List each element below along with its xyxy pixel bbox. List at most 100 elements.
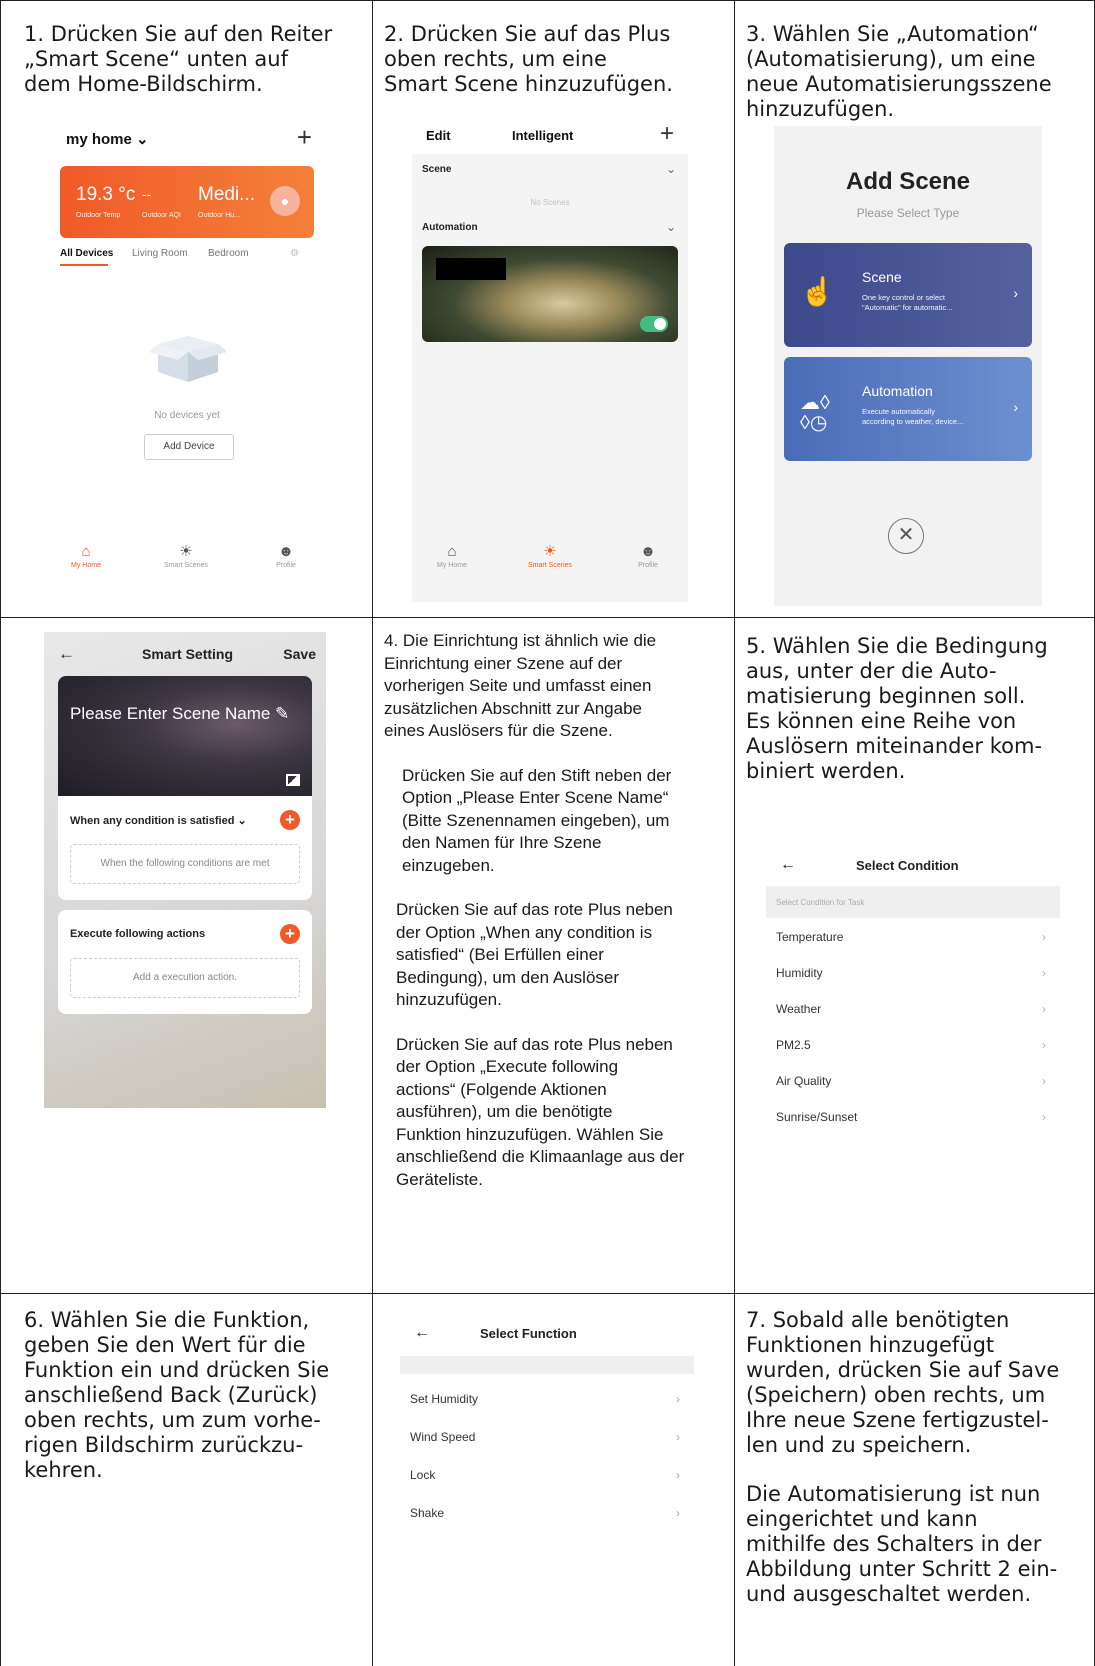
scene-type-card[interactable]: ☝ Scene One key control or select "Autom… (784, 243, 1032, 347)
nav-smart-scenes[interactable]: ☀ Smart Scenes (510, 542, 590, 569)
sun-icon: ☀ (543, 543, 557, 560)
save-button[interactable]: Save (283, 646, 316, 662)
step-1-paragraph: 1. Drücken Sie auf den Reiter „Smart Sce… (24, 22, 333, 96)
automation-toggle[interactable] (640, 316, 668, 332)
chevron-right-icon: › (1042, 966, 1046, 980)
tab-bedroom[interactable]: Bedroom (208, 248, 249, 259)
home-icon: ⌂ (81, 543, 91, 560)
chevron-right-icon: › (676, 1468, 680, 1482)
add-icon[interactable]: + (297, 122, 312, 153)
image-icon[interactable] (286, 774, 300, 786)
action-placeholder[interactable]: Add a execution action. (70, 958, 300, 998)
profile-icon: ☻ (278, 543, 294, 560)
add-condition-icon[interactable]: + (280, 810, 300, 830)
condition-card: When any condition is satisfied ⌄ + When… (58, 796, 312, 900)
step-4-paragraph-4: Drücken Sie auf das rote Plus neben der … (396, 1034, 685, 1189)
nav-my-home[interactable]: ⌂ My Home (412, 542, 492, 569)
step-6-paragraph: 6. Wählen Sie die Funktion, geben Sie de… (24, 1308, 330, 1482)
back-arrow-icon[interactable]: ← (58, 644, 75, 664)
bottom-nav: ⌂ My Home ☀ Smart Scenes ☻ Profile (412, 542, 688, 582)
chevron-down-icon[interactable]: ⌄ (666, 162, 676, 176)
table-border (0, 617, 1095, 618)
weather-banner: 19.3 °c -- Medi... Outdoor Temp Outdoor … (60, 166, 314, 238)
step-1-text: 1. Drücken Sie auf den Reiter „Smart Sce… (24, 22, 364, 97)
add-scene-icon[interactable]: + (660, 120, 674, 148)
nav-label: Profile (276, 562, 296, 569)
page-title: Smart Setting (142, 646, 234, 662)
chevron-right-icon: › (676, 1506, 680, 1520)
table-border (734, 0, 735, 1666)
list-item-label: Temperature (776, 930, 844, 944)
list-item-label: Set Humidity (410, 1392, 479, 1406)
function-lock[interactable]: Lock › (410, 1468, 684, 1482)
chevron-down-icon[interactable]: ⌄ (666, 220, 676, 234)
condition-sunrise-sunset[interactable]: Sunrise/Sunset › (776, 1110, 1050, 1124)
actions-card: Execute following actions + Add a execut… (58, 910, 312, 1014)
step-3-paragraph: 3. Wählen Sie „Automation“ (Automatisier… (746, 22, 1052, 121)
condition-pm25[interactable]: PM2.5 › (776, 1038, 1050, 1052)
condition-placeholder[interactable]: When the following conditions are met (70, 844, 300, 884)
scene-name-field[interactable]: Please Enter Scene Name ✎ (70, 704, 289, 724)
chevron-right-icon: › (1042, 1002, 1046, 1016)
tab-living-room[interactable]: Living Room (132, 248, 188, 259)
chevron-right-icon: › (1042, 1074, 1046, 1088)
profile-icon: ☻ (640, 543, 656, 560)
add-device-button[interactable]: Add Device (144, 434, 234, 460)
aqi-label: Outdoor AQI (142, 212, 181, 219)
nav-smart-scenes[interactable]: ☀ Smart Scenes (146, 542, 226, 569)
close-icon[interactable]: ✕ (888, 518, 924, 554)
microphone-icon[interactable]: ● (270, 186, 300, 216)
condition-temperature[interactable]: Temperature › (776, 930, 1050, 944)
list-item-label: Humidity (776, 966, 823, 980)
step-7-text: 7. Sobald alle benötigten Funktionen hin… (746, 1308, 1091, 1607)
card-title: Scene (862, 269, 902, 285)
condition-weather[interactable]: Weather › (776, 1002, 1050, 1016)
back-arrow-icon[interactable]: ← (780, 856, 796, 874)
list-item-label: PM2.5 (776, 1038, 811, 1052)
step-4-paragraph-2: Drücken Sie auf den Stift neben der Opti… (402, 765, 672, 875)
home-selector[interactable]: my home ⌄ (66, 130, 149, 148)
table-border (372, 0, 373, 1666)
instruction-table: 1. Drücken Sie auf den Reiter „Smart Sce… (0, 0, 1095, 1666)
edit-button[interactable]: Edit (426, 128, 451, 143)
nav-label: My Home (437, 562, 467, 569)
scene-section-label: Scene (422, 164, 452, 175)
page-subtitle: Please Select Type (856, 206, 960, 220)
function-set-humidity[interactable]: Set Humidity › (410, 1392, 684, 1406)
tab-all-devices[interactable]: All Devices (60, 248, 113, 259)
step-2-text: 2. Drücken Sie auf das Plus oben rechts,… (384, 22, 724, 97)
function-shake[interactable]: Shake › (410, 1506, 684, 1520)
sun-icon: ☀ (179, 543, 193, 560)
list-item-label: Wind Speed (410, 1430, 476, 1444)
section-label: Select Condition for Task (776, 898, 865, 907)
step-5-paragraph: 5. Wählen Sie die Bedingung aus, unter d… (746, 634, 1048, 783)
condition-label[interactable]: When any condition is satisfied ⌄ (70, 814, 247, 827)
redacted-name (436, 258, 506, 280)
condition-air-quality[interactable]: Air Quality › (776, 1074, 1050, 1088)
list-item-label: Air Quality (776, 1074, 832, 1088)
add-action-icon[interactable]: + (280, 924, 300, 944)
scene-cover: Please Enter Scene Name ✎ (58, 676, 312, 796)
chevron-right-icon: › (1013, 399, 1018, 415)
temp-label: Outdoor Temp (76, 212, 121, 219)
back-arrow-icon[interactable]: ← (414, 1324, 430, 1342)
section-header: Select Condition for Task (766, 886, 1060, 918)
screenshot-select-condition: ← Select Condition Select Condition for … (766, 846, 1060, 1132)
chevron-right-icon: › (1042, 1110, 1046, 1124)
step-4-paragraph-3: Drücken Sie auf das rote Plus neben der … (396, 900, 673, 1009)
screenshot-my-home: my home ⌄ + 19.3 °c -- Medi... Outdoor T… (46, 118, 328, 602)
settings-gear-icon[interactable]: ⚙ (290, 248, 299, 259)
screenshot-intelligent: Edit Intelligent + Scene ⌄ No Scenes Aut… (412, 118, 688, 602)
function-wind-speed[interactable]: Wind Speed › (410, 1430, 684, 1444)
automation-card-image[interactable] (422, 246, 678, 342)
automation-section-label: Automation (422, 222, 478, 233)
automation-type-card[interactable]: ☁◊ ◊◷ Automation Execute automatically ac… (784, 357, 1032, 461)
nav-my-home[interactable]: ⌂ My Home (46, 542, 126, 569)
nav-label: My Home (71, 562, 101, 569)
actions-label: Execute following actions (70, 928, 206, 940)
nav-profile[interactable]: ☻ Profile (246, 542, 326, 569)
step-7-paragraph-2: Die Automatisierung ist nun eingerichtet… (746, 1482, 1058, 1606)
nav-profile[interactable]: ☻ Profile (608, 542, 688, 569)
screenshot-add-scene: Add Scene Please Select Type ☝ Scene One… (774, 126, 1042, 606)
condition-humidity[interactable]: Humidity › (776, 966, 1050, 980)
